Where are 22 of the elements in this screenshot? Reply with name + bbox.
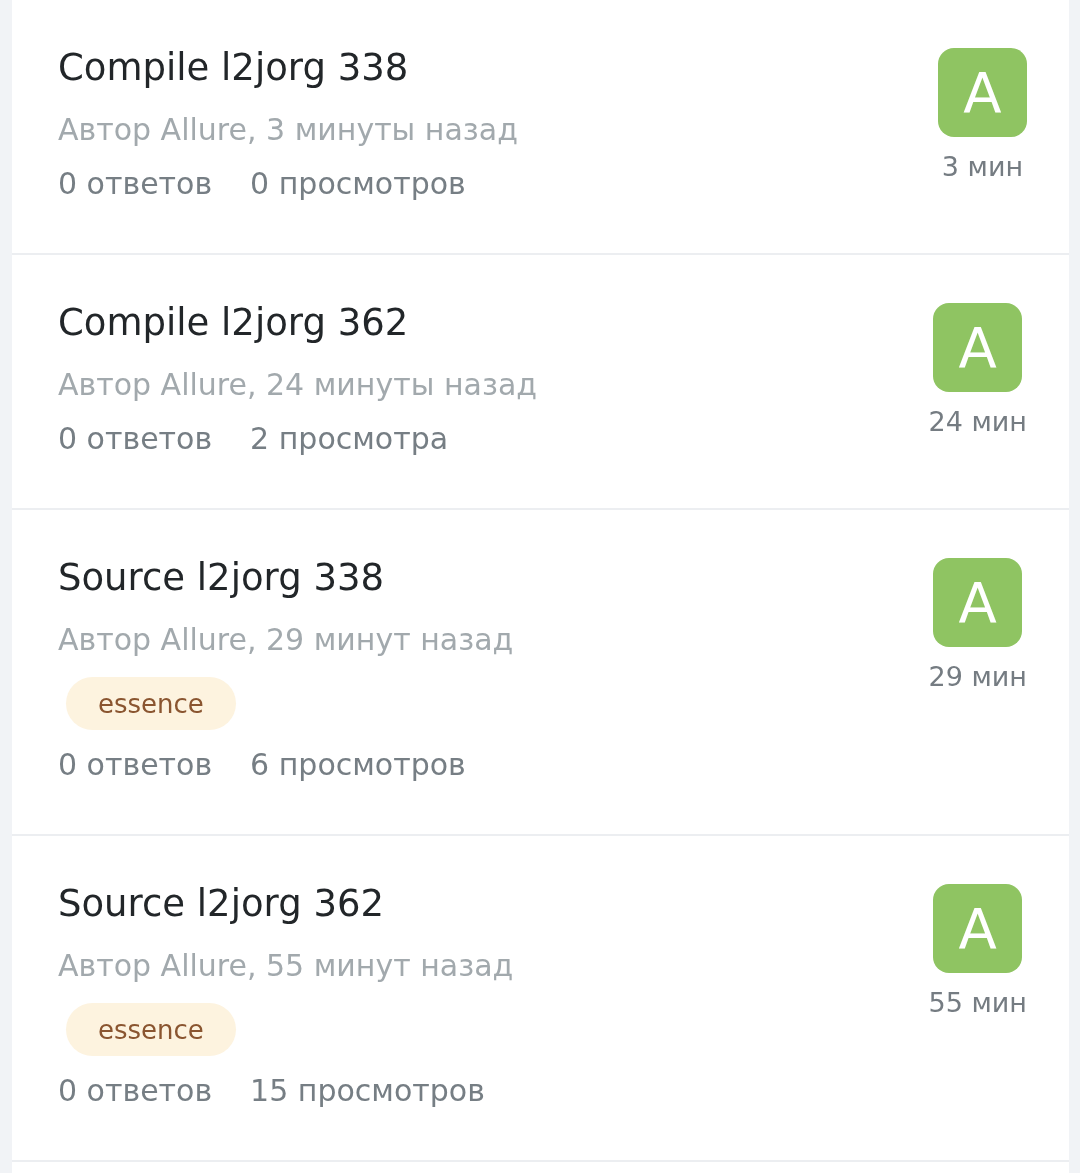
reply-count: 0 ответов [58,746,213,784]
activity-time: 3 мин [941,150,1024,184]
reply-count: 0 ответов [58,165,213,203]
topic-title[interactable]: Source l2jorg 362 [58,879,384,929]
topic-title[interactable]: Source l2jorg 338 [58,553,384,603]
topic-byline: Автор Allure, 55 минут назад [58,947,514,985]
view-count: 0 просмотров [250,165,466,203]
topic-byline: Автор Allure, 29 минут назад [58,621,514,659]
view-count: 6 просмотров [250,746,466,784]
activity-time: 24 мин [928,405,1027,439]
topic-title[interactable]: Compile l2jorg 338 [58,43,409,93]
activity-time: 29 мин [928,660,1027,694]
activity-time: 55 мин [928,986,1027,1020]
reply-count: 0 ответов [58,1072,213,1110]
view-count: 2 просмотра [250,420,449,458]
topic-tag[interactable]: essence [66,1003,236,1056]
topic-title[interactable]: Compile l2jorg 362 [58,298,409,348]
topic-tag[interactable]: essence [66,677,236,730]
topic-byline: Автор Allure, 3 минуты назад [58,111,518,149]
topic-byline: Автор Allure, 24 минуты назад [58,366,537,404]
view-count: 15 просмотров [250,1072,485,1110]
reply-count: 0 ответов [58,420,213,458]
